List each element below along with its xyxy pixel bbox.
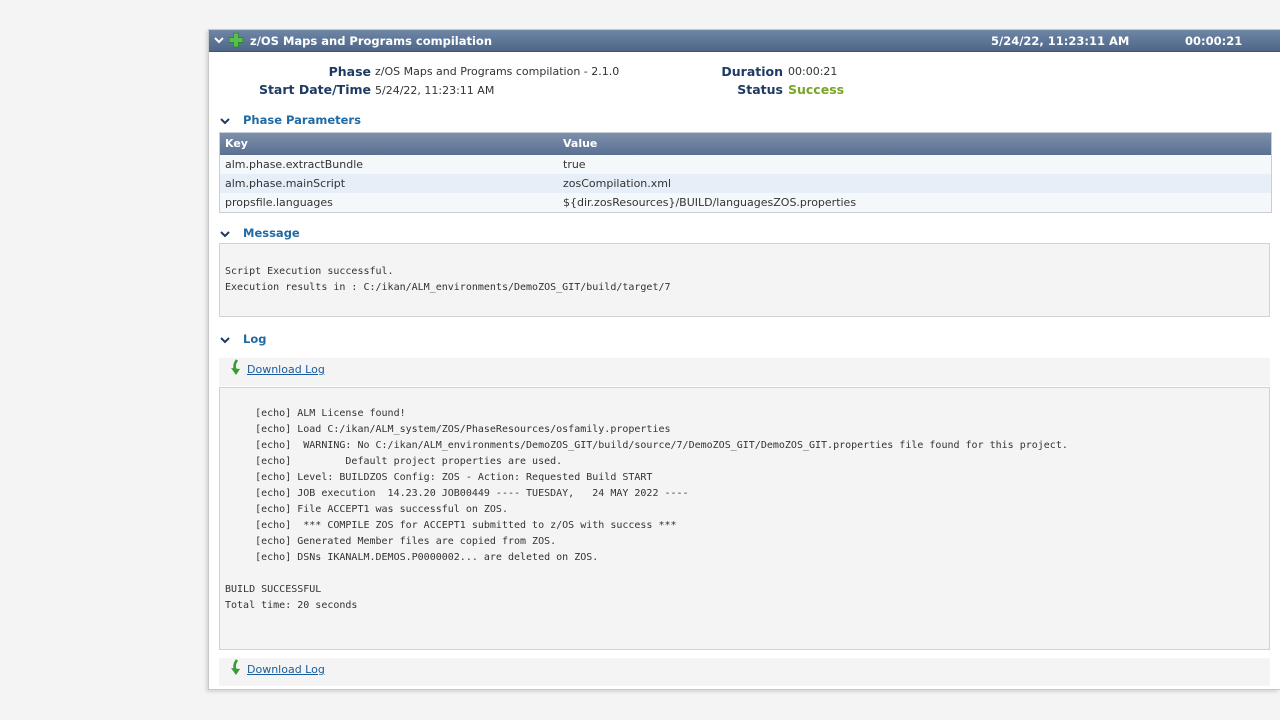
column-header-value: Value [563, 137, 598, 150]
phase-panel: z/OS Maps and Programs compilation 5/24/… [208, 29, 1280, 690]
log-line: [echo] *** COMPILE ZOS for ACCEPT1 submi… [225, 520, 677, 531]
download-arrow-icon[interactable] [228, 359, 244, 377]
start-label: Start Date/Time [258, 82, 371, 97]
message-line: Execution results in : C:/ikan/ALM_envir… [225, 282, 671, 293]
phase-value: z/OS Maps and Programs compilation - 2.1… [375, 65, 620, 78]
log-line: [echo] JOB execution 14.23.20 JOB00449 -… [225, 488, 689, 499]
log-line: [echo] ALM License found! [225, 408, 406, 419]
table-row: alm.phase.extractBundle true [220, 155, 1271, 174]
phase-parameters-title: Phase Parameters [243, 113, 361, 127]
download-arrow-icon[interactable] [228, 659, 244, 677]
status-label: Status [737, 82, 783, 97]
param-key: alm.phase.mainScript [225, 177, 346, 190]
message-box: Script Execution successful. Execution r… [219, 243, 1270, 317]
phase-label: Phase [328, 64, 371, 79]
param-key: propsfile.languages [225, 196, 333, 209]
plus-icon [228, 32, 244, 48]
table-row: alm.phase.mainScript zosCompilation.xml [220, 174, 1271, 193]
phase-header-bar[interactable]: z/OS Maps and Programs compilation 5/24/… [209, 30, 1280, 52]
download-log-bar-bottom: Download Log [219, 658, 1270, 686]
log-line: [echo] Load C:/ikan/ALM_system/ZOS/Phase… [225, 424, 671, 435]
duration-value: 00:00:21 [788, 65, 838, 78]
log-line: [echo] Level: BUILDZOS Config: ZOS - Act… [225, 472, 653, 483]
duration-label: Duration [721, 64, 783, 79]
log-line: [echo] Generated Member files are copied… [225, 536, 557, 547]
param-value: true [563, 158, 586, 171]
log-title: Log [243, 332, 267, 346]
log-line: Total time: 20 seconds [225, 600, 358, 611]
param-value: zosCompilation.xml [563, 177, 672, 190]
phase-title: z/OS Maps and Programs compilation [250, 34, 493, 48]
log-line: BUILD SUCCESSFUL [225, 584, 322, 595]
download-log-link[interactable]: Download Log [247, 663, 325, 676]
status-value: Success [788, 82, 845, 97]
message-title: Message [243, 226, 300, 240]
log-box: [echo] ALM License found! [echo] Load C:… [219, 387, 1270, 650]
param-key: alm.phase.extractBundle [225, 158, 364, 171]
log-line: [echo] DSNs IKANALM.DEMOS.P0000002... ar… [225, 552, 599, 563]
start-value: 5/24/22, 11:23:11 AM [375, 84, 495, 97]
download-log-bar-top: Download Log [219, 358, 1270, 386]
log-line: [echo] Default project properties are us… [225, 456, 563, 467]
log-line: [echo] WARNING: No C:/ikan/ALM_environme… [225, 440, 1068, 451]
column-header-key: Key [225, 137, 248, 150]
phase-parameters-table: Key Value alm.phase.extractBundle true a… [219, 132, 1272, 213]
log-line: [echo] File ACCEPT1 was successful on ZO… [225, 504, 508, 515]
message-line: Script Execution successful. [225, 266, 394, 277]
param-value: ${dir.zosResources}/BUILD/languagesZOS.p… [563, 196, 857, 209]
table-header: Key Value [220, 133, 1271, 155]
chevron-down-icon[interactable] [213, 33, 225, 47]
table-row: propsfile.languages ${dir.zosResources}/… [220, 193, 1271, 212]
chevron-down-icon[interactable] [219, 115, 231, 127]
download-log-link[interactable]: Download Log [247, 363, 325, 376]
header-date: 5/24/22, 11:23:11 AM [991, 34, 1130, 48]
chevron-down-icon[interactable] [219, 228, 231, 240]
header-duration: 00:00:21 [1185, 34, 1243, 48]
chevron-down-icon[interactable] [219, 334, 231, 346]
